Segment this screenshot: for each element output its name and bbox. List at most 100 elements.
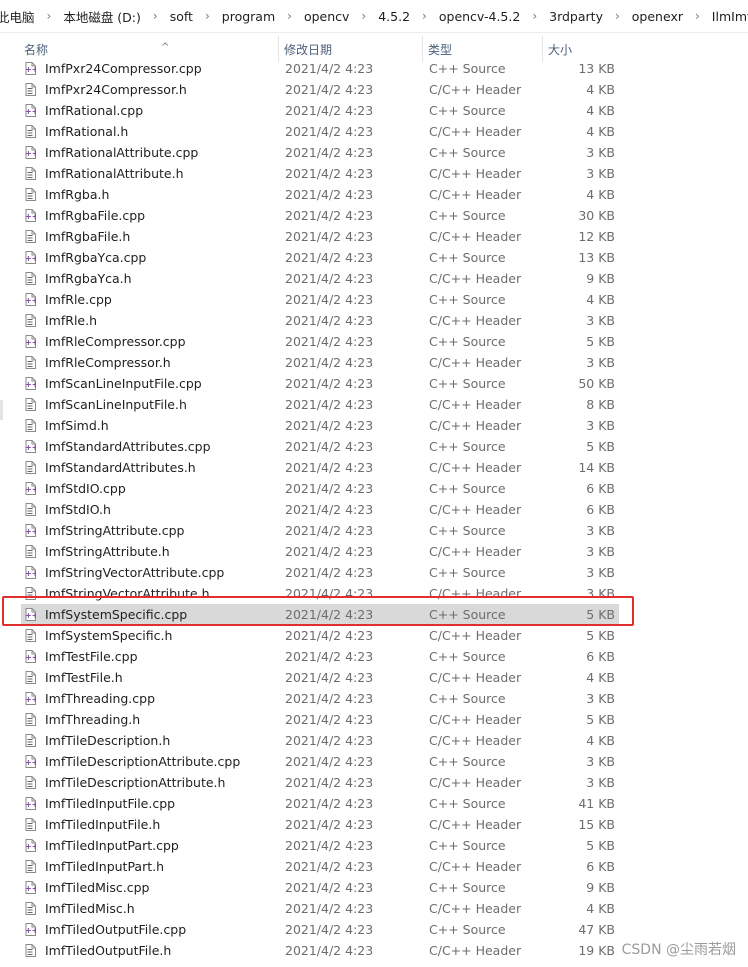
breadcrumb-item[interactable]: 4.5.2 <box>375 9 413 24</box>
file-row[interactable]: ImfSystemSpecific.h 2021/4/2 4:23 C/C++ He… <box>21 625 619 646</box>
svg-text:++: ++ <box>25 926 36 935</box>
breadcrumb: 此电脑 › 本地磁盘 (D:) › soft › program › opencv › 4.5.2 ›… <box>0 0 748 33</box>
file-row[interactable]: ImfTestFile.h 2021/4/2 4:23 C/C++ Header 4 … <box>21 667 619 688</box>
file-row[interactable]: ImfRgbaYca.h 2021/4/2 4:23 C/C++ Header 9 K… <box>21 268 619 289</box>
file-size: 4 KB <box>586 292 615 307</box>
file-name: ImfSimd.h <box>45 418 109 433</box>
file-row[interactable]: ImfTileDescription.h 2021/4/2 4:23 C/C++ H… <box>21 730 619 751</box>
file-row[interactable]: ImfRle.h 2021/4/2 4:23 C/C++ Header 3 KB <box>21 310 619 331</box>
file-row[interactable]: ++ ImfTiledInputPart.cpp 2021/4/2 4:23 C++ … <box>21 835 619 856</box>
breadcrumb-item[interactable]: openexr <box>629 9 686 24</box>
file-modified-date: 2021/4/2 4:23 <box>285 82 374 97</box>
cpp-file-icon: ++ <box>25 839 38 852</box>
file-name: ImfTileDescriptionAttribute.h <box>45 775 226 790</box>
svg-text:++: ++ <box>25 527 36 536</box>
file-size: 4 KB <box>586 124 615 139</box>
file-size: 3 KB <box>586 775 615 790</box>
file-size: 5 KB <box>586 334 615 349</box>
file-row[interactable]: ++ ImfRle.cpp 2021/4/2 4:23 C++ Source 4 KB <box>21 289 619 310</box>
file-row[interactable]: ++ ImfRational.cpp 2021/4/2 4:23 C++ Source… <box>21 100 619 121</box>
file-name: ImfTileDescription.h <box>45 733 171 748</box>
file-row[interactable]: ImfSimd.h 2021/4/2 4:23 C/C++ Header 3 KB <box>21 415 619 436</box>
chevron-right-icon: › <box>422 9 427 23</box>
header-file-icon <box>25 167 36 180</box>
cpp-file-icon: ++ <box>25 650 38 663</box>
file-row[interactable]: ImfRgba.h 2021/4/2 4:23 C/C++ Header 4 KB <box>21 184 619 205</box>
file-name: ImfRleCompressor.h <box>45 355 171 370</box>
file-row[interactable]: ImfStringAttribute.h 2021/4/2 4:23 C/C++ H… <box>21 541 619 562</box>
file-size: 6 KB <box>586 481 615 496</box>
cpp-file-icon: ++ <box>25 923 38 936</box>
file-size: 13 KB <box>578 250 615 265</box>
file-row[interactable]: ImfRleCompressor.h 2021/4/2 4:23 C/C++ Hea… <box>21 352 619 373</box>
file-name: ImfRgba.h <box>45 187 110 202</box>
breadcrumb-item[interactable]: 3rdparty <box>546 9 606 24</box>
file-size: 41 KB <box>578 796 615 811</box>
file-row[interactable]: ImfRationalAttribute.h 2021/4/2 4:23 C/C++… <box>21 163 619 184</box>
file-row[interactable]: ++ ImfThreading.cpp 2021/4/2 4:23 C++ Sourc… <box>21 688 619 709</box>
file-row[interactable]: ImfStdIO.h 2021/4/2 4:23 C/C++ Header 6 KB <box>21 499 619 520</box>
file-name: ImfThreading.cpp <box>45 691 156 706</box>
file-row[interactable]: ImfTiledInputFile.h 2021/4/2 4:23 C/C++ He… <box>21 814 619 835</box>
file-size: 9 KB <box>586 880 615 895</box>
file-row[interactable]: ++ ImfStringVectorAttribute.cpp 2021/4/2 4… <box>21 562 619 583</box>
file-row[interactable]: ++ ImfTestFile.cpp 2021/4/2 4:23 C++ Source… <box>21 646 619 667</box>
file-name: ImfTiledOutputFile.h <box>45 943 172 958</box>
file-row[interactable]: ImfTiledOutputFile.h 2021/4/2 4:23 C/C++ H… <box>21 940 619 961</box>
file-size: 3 KB <box>586 523 615 538</box>
file-type: C++ Source <box>429 376 506 391</box>
file-row[interactable]: ImfTiledMisc.h 2021/4/2 4:23 C/C++ Header 4… <box>21 898 619 919</box>
file-modified-date: 2021/4/2 4:23 <box>285 901 374 916</box>
file-type: C++ Source <box>429 208 506 223</box>
file-name: ImfRgbaYca.h <box>45 271 132 286</box>
file-row[interactable]: ImfThreading.h 2021/4/2 4:23 C/C++ Header 5… <box>21 709 619 730</box>
file-row[interactable]: ++ ImfStandardAttributes.cpp 2021/4/2 4:23… <box>21 436 619 457</box>
file-row[interactable]: ++ ImfTileDescriptionAttribute.cpp 2021/4/… <box>21 751 619 772</box>
file-modified-date: 2021/4/2 4:23 <box>285 418 374 433</box>
breadcrumb-item[interactable]: opencv-4.5.2 <box>436 9 523 24</box>
file-row[interactable]: ++ ImfScanLineInputFile.cpp 2021/4/2 4:23 C… <box>21 373 619 394</box>
file-name: ImfStringAttribute.cpp <box>45 523 185 538</box>
file-row[interactable]: ImfTileDescriptionAttribute.h 2021/4/2 4:… <box>21 772 619 793</box>
file-size: 12 KB <box>578 229 615 244</box>
file-row[interactable]: ImfPxr24Compressor.h 2021/4/2 4:23 C/C++ H… <box>21 79 619 100</box>
breadcrumb-item[interactable]: soft <box>167 9 196 24</box>
file-row[interactable]: ImfRational.h 2021/4/2 4:23 C/C++ Header 4 … <box>21 121 619 142</box>
file-type: C/C++ Header <box>429 943 522 958</box>
file-row[interactable]: ++ ImfTiledInputFile.cpp 2021/4/2 4:23 C++ … <box>21 793 619 814</box>
file-size: 9 KB <box>586 271 615 286</box>
file-row[interactable]: ++ ImfPxr24Compressor.cpp 2021/4/2 4:23 C++… <box>21 58 619 79</box>
file-row[interactable]: ImfRgbaFile.h 2021/4/2 4:23 C/C++ Header 12… <box>21 226 619 247</box>
header-file-icon <box>25 671 36 684</box>
file-row[interactable]: ++ ImfRationalAttribute.cpp 2021/4/2 4:23 C… <box>21 142 619 163</box>
header-file-icon <box>25 461 36 474</box>
file-row[interactable]: ++ ImfTiledMisc.cpp 2021/4/2 4:23 C++ Sourc… <box>21 877 619 898</box>
file-type: C++ Source <box>429 250 506 265</box>
column-header-date-label: 修改日期 <box>284 43 333 57</box>
file-type: C/C++ Header <box>429 397 522 412</box>
breadcrumb-item[interactable]: program <box>219 9 278 24</box>
file-type: C/C++ Header <box>429 124 522 139</box>
file-row[interactable]: ++ ImfRgbaYca.cpp 2021/4/2 4:23 C++ Source 1… <box>21 247 619 268</box>
file-row[interactable]: ++ ImfRleCompressor.cpp 2021/4/2 4:23 C++ S… <box>21 331 619 352</box>
file-row[interactable]: ++ ImfRgbaFile.cpp 2021/4/2 4:23 C++ Source… <box>21 205 619 226</box>
file-size: 3 KB <box>586 313 615 328</box>
file-row[interactable]: ImfScanLineInputFile.h 2021/4/2 4:23 C/C++… <box>21 394 619 415</box>
file-size: 6 KB <box>586 859 615 874</box>
breadcrumb-item[interactable]: IlmImf <box>709 9 748 24</box>
file-size: 50 KB <box>578 376 615 391</box>
file-name: ImfRleCompressor.cpp <box>45 334 186 349</box>
cpp-file-icon: ++ <box>25 104 38 117</box>
file-row[interactable]: ImfTiledInputPart.h 2021/4/2 4:23 C/C++ He… <box>21 856 619 877</box>
file-row[interactable]: ++ ImfStdIO.cpp 2021/4/2 4:23 C++ Source 6 K… <box>21 478 619 499</box>
file-type: C++ Source <box>429 481 506 496</box>
file-row[interactable]: ImfStandardAttributes.h 2021/4/2 4:23 C/C+… <box>21 457 619 478</box>
svg-text:++: ++ <box>25 338 36 347</box>
breadcrumb-item[interactable]: opencv <box>301 9 352 24</box>
breadcrumb-item[interactable]: 本地磁盘 (D:) <box>60 7 144 26</box>
breadcrumb-item[interactable]: 此电脑 <box>0 7 38 26</box>
cpp-file-icon: ++ <box>25 692 38 705</box>
file-modified-date: 2021/4/2 4:23 <box>285 649 374 664</box>
file-row[interactable]: ++ ImfStringAttribute.cpp 2021/4/2 4:23 C++… <box>21 520 619 541</box>
file-row[interactable]: ++ ImfTiledOutputFile.cpp 2021/4/2 4:23 C++… <box>21 919 619 940</box>
